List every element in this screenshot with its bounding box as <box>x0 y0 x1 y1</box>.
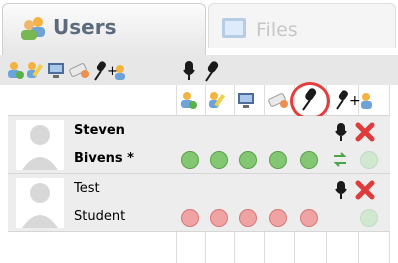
tab-files[interactable]: Files <box>208 3 396 48</box>
status-dot <box>360 209 378 227</box>
user-toolbar: + <box>0 55 398 85</box>
user-first-name: Steven <box>74 123 125 138</box>
permission-denied-icon[interactable] <box>239 209 257 227</box>
status-dot <box>360 151 378 169</box>
edit-user-icon[interactable] <box>207 90 227 110</box>
add-user-icon[interactable] <box>178 90 198 110</box>
users-icon <box>21 17 45 40</box>
user-first-name: Test <box>74 181 100 196</box>
tab-users-label: Users <box>53 15 117 39</box>
permission-denied-icon[interactable] <box>181 209 199 227</box>
mic-icon[interactable] <box>334 180 348 200</box>
permission-granted-icon[interactable] <box>269 151 287 169</box>
mic-icon[interactable] <box>334 122 348 142</box>
monitor-icon[interactable] <box>46 60 66 80</box>
svg-text:+: + <box>349 93 361 109</box>
avatar <box>16 178 64 228</box>
edit-user-icon[interactable] <box>25 60 45 80</box>
files-icon <box>222 18 246 38</box>
tab-users[interactable]: Users <box>2 3 206 55</box>
table-header: + <box>8 82 390 120</box>
monitor-icon[interactable] <box>236 90 256 110</box>
mic-icon[interactable] <box>182 60 196 82</box>
mic-icon-dark[interactable] <box>203 60 221 82</box>
user-last-name: Bivens * <box>74 151 134 166</box>
table-row[interactable]: Test Student <box>8 174 390 232</box>
permission-denied-icon[interactable] <box>300 209 318 227</box>
permission-granted-icon[interactable] <box>210 151 228 169</box>
permission-granted-icon[interactable] <box>181 151 199 169</box>
permission-granted-icon[interactable] <box>239 151 257 169</box>
mic-plus-icon[interactable]: + <box>334 89 390 111</box>
avatar <box>16 120 64 170</box>
mic-plus-icon[interactable]: + <box>92 60 126 82</box>
user-last-name: Student <box>74 209 126 224</box>
sync-icon[interactable] <box>332 151 348 169</box>
permission-granted-icon[interactable] <box>300 151 318 169</box>
user-permissions-table: + Steven Bivens * Test Student <box>8 82 390 263</box>
erase-icon[interactable] <box>266 90 290 110</box>
add-user-icon[interactable] <box>5 60 25 80</box>
table-row[interactable]: Steven Bivens * <box>8 116 390 174</box>
highlight-circle <box>290 82 330 120</box>
permission-denied-icon[interactable] <box>210 209 228 227</box>
delete-icon[interactable] <box>354 121 376 143</box>
delete-icon[interactable] <box>354 179 376 201</box>
erase-icon[interactable] <box>67 60 91 80</box>
permission-denied-icon[interactable] <box>269 209 287 227</box>
tab-files-label: Files <box>256 19 298 41</box>
